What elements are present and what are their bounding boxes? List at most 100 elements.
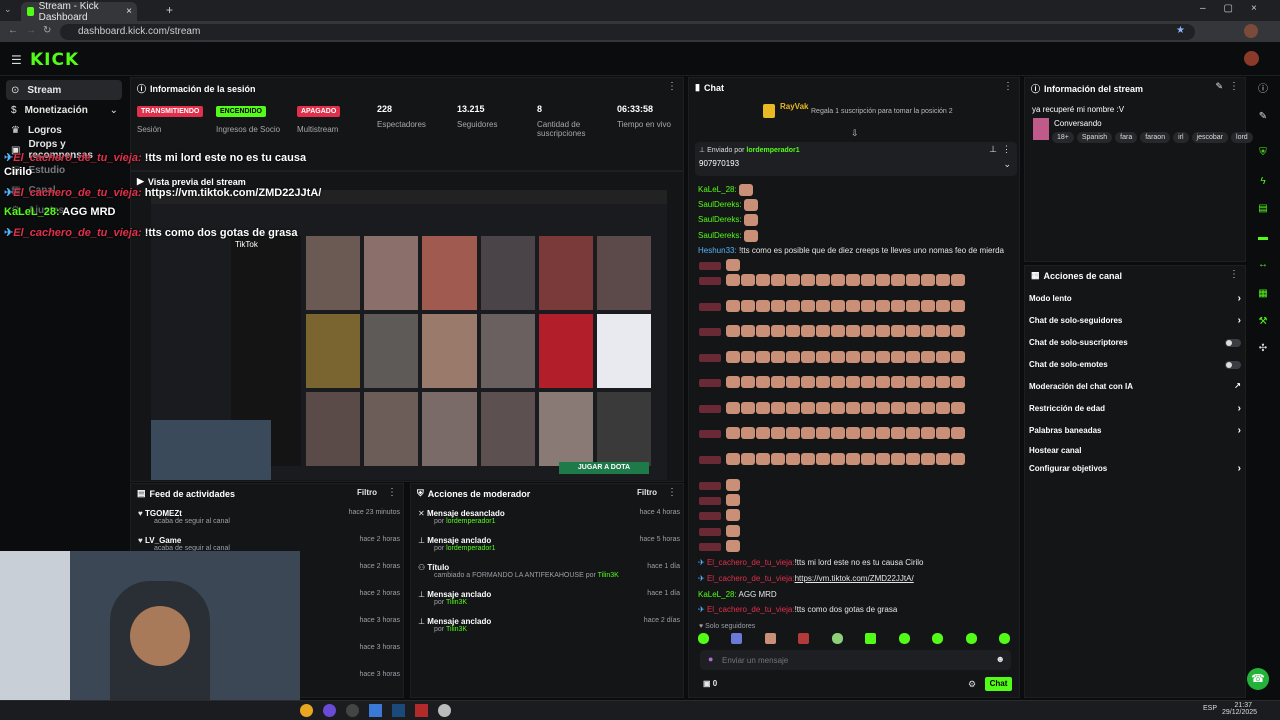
- action-followers-only[interactable]: Chat de solo-seguidores ›: [1029, 315, 1241, 330]
- emote-icon[interactable]: [764, 633, 776, 644]
- chat-username[interactable]: SaulDereks:: [698, 200, 742, 209]
- emote-icon[interactable]: [932, 633, 944, 644]
- chat-username-blurred[interactable]: [699, 430, 721, 438]
- chat-link[interactable]: https://vm.tiktok.com/ZMD22JJtA/: [795, 574, 914, 583]
- action-host-channel[interactable]: Hostear canal: [1029, 446, 1241, 460]
- action-slow-mode[interactable]: Modo lento ›: [1029, 293, 1241, 308]
- more-options-icon[interactable]: ⋮: [387, 487, 397, 498]
- document-icon[interactable]: ▤: [1256, 202, 1270, 216]
- back-icon[interactable]: ←: [8, 25, 18, 36]
- app-icon[interactable]: [438, 704, 451, 717]
- action-goals[interactable]: Configurar objetivos ›: [1029, 463, 1241, 478]
- sidebar-item-monetization[interactable]: $ Monetización ⌄: [6, 100, 122, 120]
- emote-icon[interactable]: [731, 633, 743, 644]
- emote-icon[interactable]: [865, 633, 877, 644]
- feed-user[interactable]: TGOMEZt: [145, 509, 182, 518]
- chat-username[interactable]: El_cachero_de_tu_vieja:: [707, 574, 795, 583]
- mod-user[interactable]: Tilin3K: [446, 599, 467, 606]
- sidebar-item-stream[interactable]: ⊙ Stream: [6, 80, 122, 100]
- layout-icon[interactable]: ▦: [1256, 287, 1270, 301]
- chat-username-blurred[interactable]: [699, 497, 721, 505]
- new-tab-icon[interactable]: +: [166, 3, 173, 17]
- chat-username[interactable]: El_cachero_de_tu_vieja:: [707, 558, 795, 567]
- puzzle-icon[interactable]: ✣: [1256, 342, 1270, 356]
- user-avatar[interactable]: [1244, 51, 1259, 66]
- send-chat-button[interactable]: Chat: [985, 677, 1012, 691]
- edit-icon[interactable]: ✎: [1256, 110, 1270, 124]
- sidebar-item-achievements[interactable]: ♛ Logros: [6, 120, 122, 140]
- reload-icon[interactable]: ↻: [43, 25, 51, 36]
- edit-icon[interactable]: ✎: [1215, 81, 1223, 92]
- chat-username-blurred[interactable]: [699, 262, 721, 270]
- action-age-restriction[interactable]: Restricción de edad ›: [1029, 403, 1241, 418]
- chat-username-blurred[interactable]: [699, 354, 721, 362]
- mod-user[interactable]: lordemperador1: [446, 545, 495, 552]
- bolt-icon[interactable]: ϟ: [1256, 175, 1270, 189]
- action-subs-only[interactable]: Chat de solo-suscriptores: [1029, 338, 1241, 352]
- tag[interactable]: fara: [1115, 132, 1138, 143]
- more-options-icon[interactable]: ⋮: [1002, 144, 1011, 155]
- action-ai-moderation[interactable]: Moderación del chat con IA ↗: [1029, 381, 1241, 396]
- profile-avatar[interactable]: [1244, 24, 1258, 38]
- chevron-down-icon[interactable]: ⌄: [1003, 159, 1011, 170]
- tag[interactable]: faraon: [1140, 132, 1171, 143]
- action-emotes-only[interactable]: Chat de solo-emotes: [1029, 360, 1241, 374]
- emote-icon[interactable]: [998, 633, 1010, 644]
- emoji-icon[interactable]: ☻: [996, 654, 1005, 664]
- menu-icon[interactable]: ☰: [11, 53, 22, 67]
- tag[interactable]: irl: [1173, 132, 1189, 143]
- chrome-icon[interactable]: [300, 704, 313, 717]
- more-options-icon[interactable]: ⋮: [1229, 269, 1239, 280]
- emotes-only-toggle[interactable]: [1225, 361, 1241, 369]
- chat-bubble-icon[interactable]: ▬: [1256, 231, 1270, 245]
- steam-icon[interactable]: [392, 704, 405, 717]
- mod-user[interactable]: Tilin3K: [446, 626, 467, 633]
- window-controls[interactable]: –▢×: [1200, 3, 1275, 14]
- kick-logo[interactable]: KICK: [30, 50, 79, 70]
- emote-icon[interactable]: [698, 633, 709, 644]
- info-icon[interactable]: ⓘ: [1256, 83, 1270, 97]
- mod-user[interactable]: Tilin3K: [598, 572, 619, 579]
- folder-icon[interactable]: [369, 704, 382, 717]
- mic-icon[interactable]: ●: [708, 654, 713, 664]
- chat-username-blurred[interactable]: [699, 512, 721, 520]
- app-icon[interactable]: [415, 704, 428, 717]
- chat-username-blurred[interactable]: [699, 379, 721, 387]
- tag[interactable]: Spanish: [1076, 132, 1113, 143]
- tab-close-icon[interactable]: ×: [126, 6, 132, 17]
- language-indicator[interactable]: ESP: [1203, 705, 1217, 712]
- clock[interactable]: 21:37 29/12/2025: [1222, 702, 1257, 716]
- forward-icon[interactable]: →: [26, 25, 36, 36]
- pinned-user[interactable]: lordemperador1: [746, 147, 799, 154]
- chat-input[interactable]: [722, 653, 982, 667]
- chat-username[interactable]: El_cachero_de_tu_vieja:: [707, 605, 795, 614]
- obs-icon[interactable]: [346, 704, 359, 717]
- shield-icon[interactable]: ⛨: [1256, 146, 1270, 160]
- filter-button[interactable]: Filtro: [357, 488, 377, 497]
- chat-username-blurred[interactable]: [699, 328, 721, 336]
- chat-username-blurred[interactable]: [699, 528, 721, 536]
- category-name[interactable]: Conversando: [1054, 119, 1102, 128]
- chat-username[interactable]: KaLeL_28:: [698, 185, 737, 194]
- tag[interactable]: lord: [1231, 132, 1253, 143]
- browser-tab[interactable]: Stream - Kick Dashboard ×: [21, 1, 137, 23]
- filter-button[interactable]: Filtro: [637, 488, 657, 497]
- gift-prompt[interactable]: Regala 1 suscripción para tomar la posic…: [811, 108, 953, 115]
- help-chat-button[interactable]: ☎: [1247, 668, 1269, 690]
- tab-list-icon[interactable]: ⌄: [4, 4, 12, 15]
- chat-username-blurred[interactable]: [699, 277, 721, 285]
- tag[interactable]: 18+: [1052, 132, 1074, 143]
- subs-only-toggle[interactable]: [1225, 339, 1241, 347]
- emote-icon[interactable]: [965, 633, 977, 644]
- chat-username[interactable]: SaulDereks:: [698, 231, 742, 240]
- unpin-icon[interactable]: ⊥: [989, 144, 997, 155]
- bookmark-star-icon[interactable]: ★: [1176, 25, 1185, 36]
- chat-settings-icon[interactable]: ⚙: [968, 679, 976, 690]
- more-options-icon[interactable]: ⋮: [667, 487, 677, 498]
- action-banned-words[interactable]: Palabras baneadas ›: [1029, 425, 1241, 440]
- top-gifter[interactable]: RayVak: [780, 102, 808, 111]
- chat-username-blurred[interactable]: [699, 543, 721, 551]
- tag[interactable]: jescobar: [1191, 132, 1229, 143]
- feed-user[interactable]: LV_Game: [145, 536, 181, 545]
- chat-username-blurred[interactable]: [699, 303, 721, 311]
